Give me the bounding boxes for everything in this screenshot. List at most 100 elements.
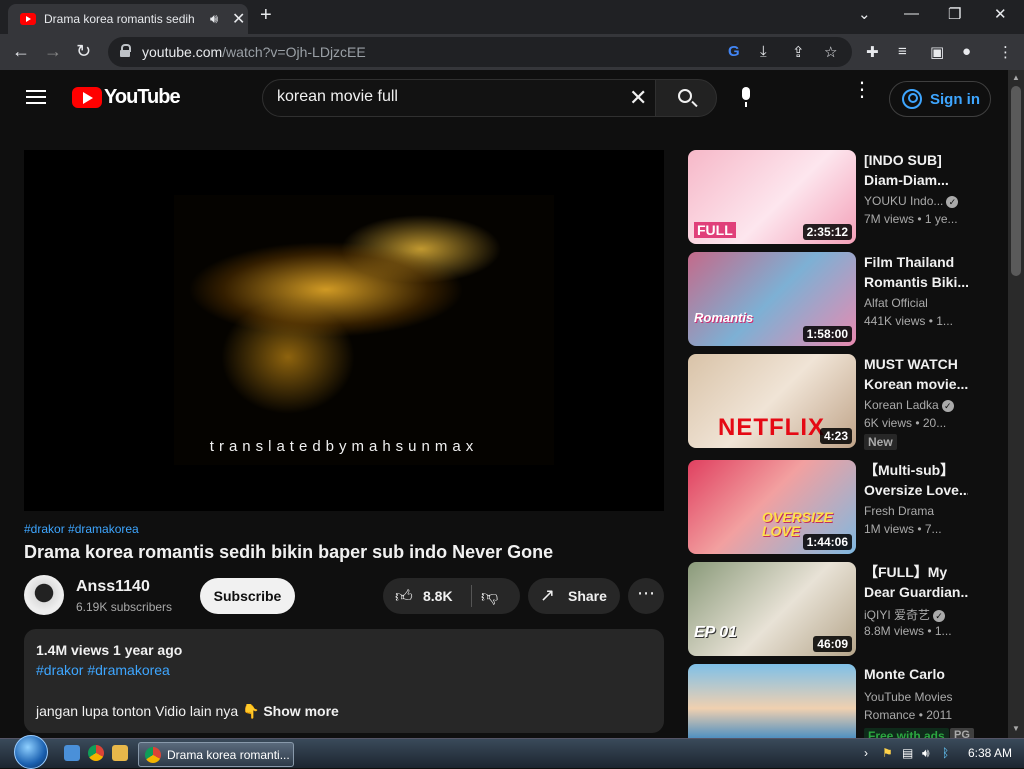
clear-search-icon[interactable]: ✕	[629, 85, 647, 111]
recommendation-title-cont[interactable]: Romantis Biki...	[864, 272, 968, 292]
voice-search-button[interactable]	[729, 80, 763, 114]
scrollbar-thumb[interactable]	[1011, 86, 1021, 276]
taskbar-window-label: Drama korea romanti...	[167, 748, 290, 762]
search-icon	[678, 89, 692, 103]
clock[interactable]: 6:38 AM	[968, 746, 1012, 760]
recommendation-title-cont[interactable]: Korean movie...	[864, 374, 968, 394]
recommendation-title[interactable]: 【Multi-sub】	[864, 460, 968, 480]
tab-search-icon[interactable]: ⌄	[858, 5, 871, 23]
video-player[interactable]: translatedbymahsunmax	[24, 150, 664, 511]
new-tab-button[interactable]: +	[260, 4, 272, 27]
subscriber-count: 6.19K subscribers	[76, 600, 173, 614]
recommendation-title-cont[interactable]: Oversize Love...	[864, 480, 968, 500]
channel-name[interactable]: Anss1140	[76, 578, 150, 596]
network-icon[interactable]: ▤	[902, 746, 913, 760]
search-button[interactable]	[655, 79, 717, 117]
recommendation-item[interactable]: EP 01 46:09 【FULL】My Dear Guardian... iQ…	[688, 562, 1008, 658]
recommendation-channel[interactable]: YouTube Movies	[864, 690, 968, 704]
video-frame	[174, 195, 554, 465]
reload-icon[interactable]: ↻	[76, 41, 91, 62]
search-input[interactable]	[277, 88, 617, 106]
browser-tab[interactable]: Drama korea romantis sedih 🔊︎ ✕	[8, 4, 248, 34]
minimize-icon[interactable]: —	[904, 5, 919, 22]
recommendation-item[interactable]: OVERSIZE LOVE 1:44:06 【Multi-sub】 Oversi…	[688, 460, 1008, 556]
recommendation-channel[interactable]: Alfat Official	[864, 296, 968, 310]
description-hashtags[interactable]: #drakor #dramakorea	[36, 662, 170, 678]
bookmark-star-icon[interactable]: ☆	[824, 43, 837, 61]
close-window-icon[interactable]: ✕	[994, 5, 1007, 23]
more-actions-button[interactable]: ⋯	[628, 578, 664, 614]
thumbs-down-icon[interactable]: 👎︎	[481, 586, 498, 607]
video-thumbnail[interactable]: EP 01 46:09	[688, 562, 856, 656]
file-explorer-icon[interactable]	[112, 745, 128, 761]
install-app-icon[interactable]: ⤓	[760, 43, 767, 60]
like-button[interactable]: 👍︎ 8.8K	[383, 578, 471, 614]
profile-icon[interactable]: ●	[962, 43, 971, 60]
scroll-up-icon[interactable]: ▲	[1012, 73, 1020, 82]
video-thumbnail[interactable]: FULL 2:35:12	[688, 150, 856, 244]
close-tab-icon[interactable]: ✕	[232, 9, 245, 29]
show-desktop-icon[interactable]	[64, 745, 80, 761]
video-thumbnail[interactable]: Romantis 1:58:00	[688, 252, 856, 346]
side-panel-icon[interactable]: ▣	[930, 43, 944, 61]
recommendation-item[interactable]: Romantis 1:58:00 Film Thailand Romantis …	[688, 252, 1008, 348]
recommendation-channel[interactable]: YOUKU Indo... ✓	[864, 194, 968, 208]
forward-icon[interactable]: →	[44, 41, 62, 62]
recommendation-meta: 441K views • 1...	[864, 314, 953, 328]
page-scrollbar[interactable]: ▲ ▼	[1008, 70, 1024, 738]
recommendation-meta: 1M views • 7...	[864, 522, 942, 536]
video-title: Drama korea romantis sedih bikin baper s…	[24, 542, 554, 562]
url-text[interactable]: youtube.com/watch?v=Ojh-LDjzcEE	[142, 44, 366, 60]
video-thumbnail[interactable]: NETFLIX 4:23	[688, 354, 856, 448]
address-bar[interactable]: youtube.com/watch?v=Ojh-LDjzcEE G ⤓ ⇪ ☆	[108, 37, 852, 67]
scroll-down-icon[interactable]: ▼	[1012, 724, 1020, 733]
video-thumbnail[interactable]	[688, 664, 856, 738]
recommendation-item[interactable]: FULL 2:35:12 [INDO SUB] Diam-Diam... YOU…	[688, 150, 1008, 246]
like-count: 8.8K	[423, 588, 453, 604]
youtube-logo-icon[interactable]	[72, 87, 102, 108]
back-icon[interactable]: ←	[12, 41, 30, 62]
speaker-icon[interactable]: 🔊︎	[210, 11, 218, 27]
start-button[interactable]	[10, 735, 50, 769]
show-hidden-icons[interactable]: ›	[864, 746, 868, 760]
sign-in-button[interactable]: Sign in	[889, 81, 991, 117]
browser-menu-icon[interactable]: ⋮	[998, 43, 1013, 61]
restore-icon[interactable]: ❐	[948, 5, 961, 23]
action-center-flag-icon[interactable]: ⚑	[882, 746, 893, 760]
recommendation-title-cont[interactable]: Diam-Diam...	[864, 170, 968, 190]
volume-icon[interactable]: 🔊︎	[922, 746, 930, 761]
video-hashtags[interactable]: #drakor #dramakorea	[24, 522, 139, 536]
browser-tab-strip: Drama korea romantis sedih 🔊︎ ✕ + ⌄ — ❐ …	[0, 0, 1024, 34]
recommendation-title[interactable]: [INDO SUB]	[864, 150, 968, 170]
chrome-icon[interactable]	[88, 745, 104, 761]
recommendation-channel[interactable]: Korean Ladka ✓	[864, 398, 968, 412]
video-thumbnail[interactable]: OVERSIZE LOVE 1:44:06	[688, 460, 856, 554]
lock-icon[interactable]	[120, 44, 131, 57]
recommendation-title-cont[interactable]: Dear Guardian...	[864, 582, 968, 602]
recommendation-title[interactable]: Monte Carlo	[864, 664, 968, 684]
youtube-wordmark[interactable]: YouTube	[104, 86, 181, 109]
bluetooth-icon[interactable]: ᛒ	[942, 746, 949, 760]
channel-avatar[interactable]	[24, 575, 64, 615]
share-page-icon[interactable]: ⇪	[792, 43, 805, 61]
taskbar-window-button[interactable]: Drama korea romanti...	[138, 742, 294, 767]
recommendation-title[interactable]: 【FULL】My	[864, 562, 968, 582]
description-box[interactable]: 1.4M views 1 year ago #drakor #dramakore…	[24, 629, 664, 733]
settings-menu-icon[interactable]: ⋮	[852, 80, 872, 100]
windows-logo-icon	[14, 735, 48, 769]
share-button[interactable]: ↗ Share	[528, 578, 620, 614]
search-box[interactable]: ✕	[262, 79, 656, 117]
hamburger-menu-icon[interactable]	[26, 90, 46, 104]
google-lens-icon[interactable]: G	[728, 43, 740, 60]
recommendation-title[interactable]: MUST WATCH	[864, 354, 968, 374]
media-control-icon[interactable]: ≡	[898, 43, 907, 60]
verified-icon: ✓	[946, 195, 959, 208]
recommendation-title[interactable]: Film Thailand	[864, 252, 968, 272]
recommendation-item[interactable]: NETFLIX 4:23 MUST WATCH Korean movie... …	[688, 354, 1008, 450]
recommendation-channel[interactable]: iQIYI 爱奇艺 ✓	[864, 606, 968, 623]
subscribe-button[interactable]: Subscribe	[200, 578, 295, 614]
extensions-puzzle-icon[interactable]: ✚	[866, 43, 879, 61]
show-more-link[interactable]: Show more	[263, 703, 338, 719]
recommendation-channel[interactable]: Fresh Drama	[864, 504, 968, 518]
duration-badge: 46:09	[813, 636, 852, 652]
